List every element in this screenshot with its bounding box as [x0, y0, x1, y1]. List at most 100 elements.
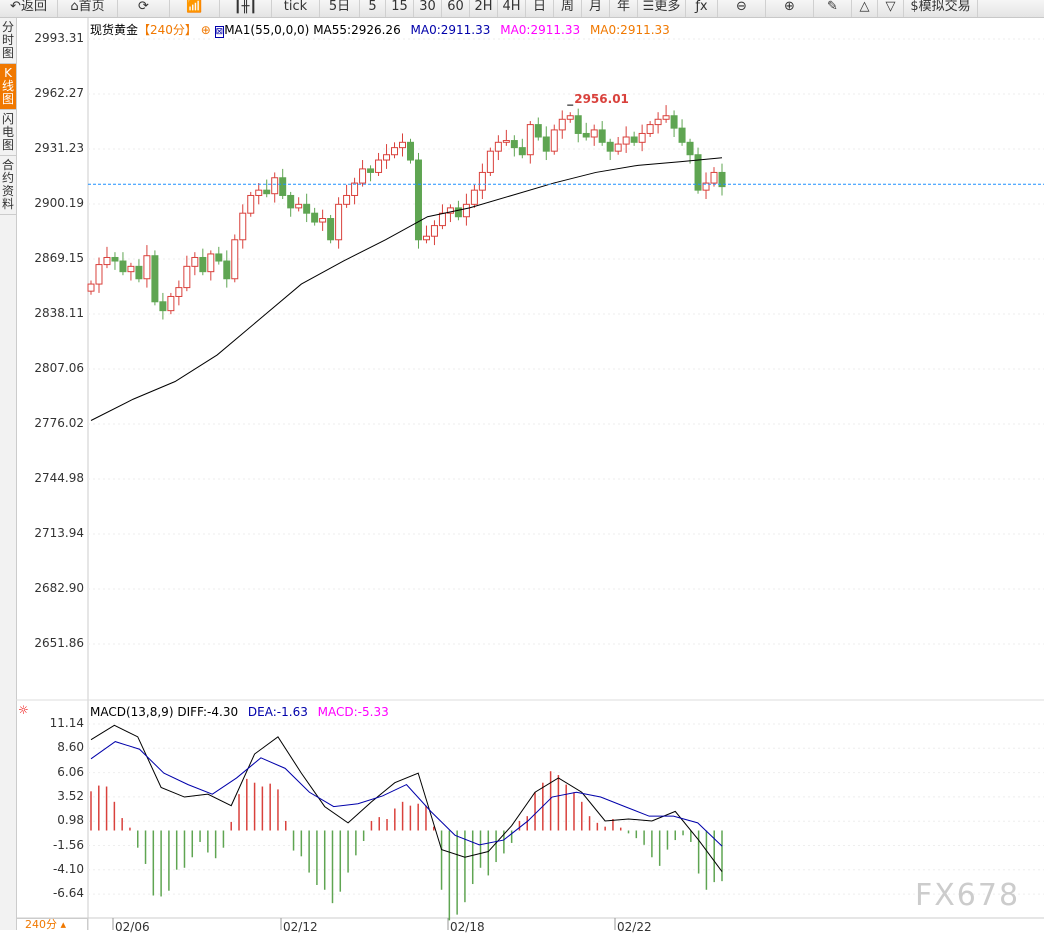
- candle: [406, 141, 414, 161]
- candle: [367, 168, 375, 173]
- candle: [686, 141, 694, 156]
- candle: [598, 129, 606, 143]
- high-price-label: 2956.01: [574, 92, 629, 106]
- price-tick-label: 2931.23: [34, 141, 84, 155]
- candle: [582, 132, 590, 138]
- candle: [454, 207, 462, 218]
- candle: [199, 256, 207, 273]
- candle: [399, 141, 407, 149]
- candle: [119, 260, 127, 273]
- candle: [247, 194, 255, 214]
- period-selector-label: 240分: [25, 918, 57, 931]
- candle: [223, 260, 231, 280]
- diff-line: [90, 724, 723, 872]
- price-tick-label: 2869.15: [34, 251, 84, 265]
- candle: [175, 287, 183, 297]
- candle: [478, 171, 486, 191]
- candle: [151, 255, 159, 303]
- candle: [335, 203, 343, 241]
- candle: [127, 265, 135, 273]
- price-tick-label: 2838.11: [34, 306, 84, 320]
- candle: [111, 256, 119, 262]
- date-label: 02/12: [283, 920, 318, 934]
- candle: [414, 159, 422, 241]
- price-tick-label: 2900.19: [34, 196, 84, 210]
- candle: [183, 265, 191, 289]
- price-tick-label: 2682.90: [34, 581, 84, 595]
- date-label: 02/22: [617, 920, 652, 934]
- candle: [470, 189, 478, 205]
- candle: [135, 265, 143, 280]
- candle: [231, 239, 239, 280]
- candle: [678, 127, 686, 143]
- candle: [351, 182, 359, 196]
- price-tick-label: 2744.98: [34, 471, 84, 485]
- candle: [574, 115, 582, 134]
- macd-tick-label: 11.14: [49, 716, 84, 730]
- candle: [159, 301, 167, 312]
- macd-tick-label: 3.52: [57, 788, 84, 803]
- candle: [391, 147, 399, 156]
- candle: [343, 194, 351, 205]
- candle: [590, 129, 598, 138]
- candle: [143, 255, 151, 280]
- candle: [95, 264, 103, 285]
- candle: [359, 168, 367, 184]
- candle: [606, 141, 614, 152]
- macd-tick-label: 6.06: [57, 764, 84, 779]
- candle: [518, 147, 526, 156]
- macd-tick-label: -1.56: [52, 837, 84, 852]
- macd-tick-label: 0.98: [57, 813, 84, 828]
- date-label: 02/06: [115, 920, 150, 934]
- dea-line: [90, 741, 723, 847]
- date-label: 02/18: [450, 920, 485, 934]
- candle: [255, 189, 263, 196]
- candle: [383, 154, 391, 161]
- candle: [462, 203, 470, 218]
- candle: [287, 194, 295, 209]
- price-tick-label: 2807.06: [34, 361, 84, 375]
- candle: [438, 212, 446, 227]
- period-selector[interactable]: 240分 ▴: [16, 918, 88, 931]
- candle: [630, 136, 638, 143]
- candle: [622, 136, 630, 145]
- price-tick-label: 2651.86: [34, 636, 84, 650]
- candle: [87, 283, 95, 292]
- candle: [215, 253, 223, 262]
- candle: [670, 115, 678, 129]
- candle: [375, 159, 383, 173]
- candle: [191, 256, 199, 267]
- candle: [534, 124, 542, 138]
- watermark: FX678: [915, 878, 1021, 913]
- candle: [502, 140, 510, 143]
- candle: [303, 203, 311, 214]
- candle: [710, 171, 718, 184]
- candle: [550, 129, 558, 152]
- candle: [422, 235, 430, 241]
- candle: [295, 203, 303, 209]
- candle: [646, 124, 654, 134]
- candle: [279, 177, 287, 196]
- price-tick-label: 2993.31: [34, 31, 84, 45]
- candle: [566, 115, 574, 120]
- candle: [494, 141, 502, 152]
- candle: [319, 218, 327, 223]
- price-tick-label: 2776.02: [34, 416, 84, 430]
- ma55-line: [90, 157, 723, 421]
- candle: [207, 253, 215, 273]
- candle: [526, 124, 534, 156]
- candle: [327, 218, 335, 241]
- candle: [103, 256, 111, 266]
- price-chart: [16, 18, 1044, 930]
- macd-tick-label: -6.64: [52, 886, 84, 901]
- candle: [558, 118, 566, 131]
- candle: [614, 143, 622, 152]
- price-tick-label: 2713.94: [34, 526, 84, 540]
- candle: [638, 132, 646, 143]
- candle: [167, 295, 175, 312]
- macd-tick-label: -4.10: [52, 861, 84, 876]
- macd-tick-label: 8.60: [57, 740, 84, 755]
- price-tick-label: 2962.27: [34, 86, 84, 100]
- candle: [486, 150, 494, 173]
- candle: [542, 136, 550, 152]
